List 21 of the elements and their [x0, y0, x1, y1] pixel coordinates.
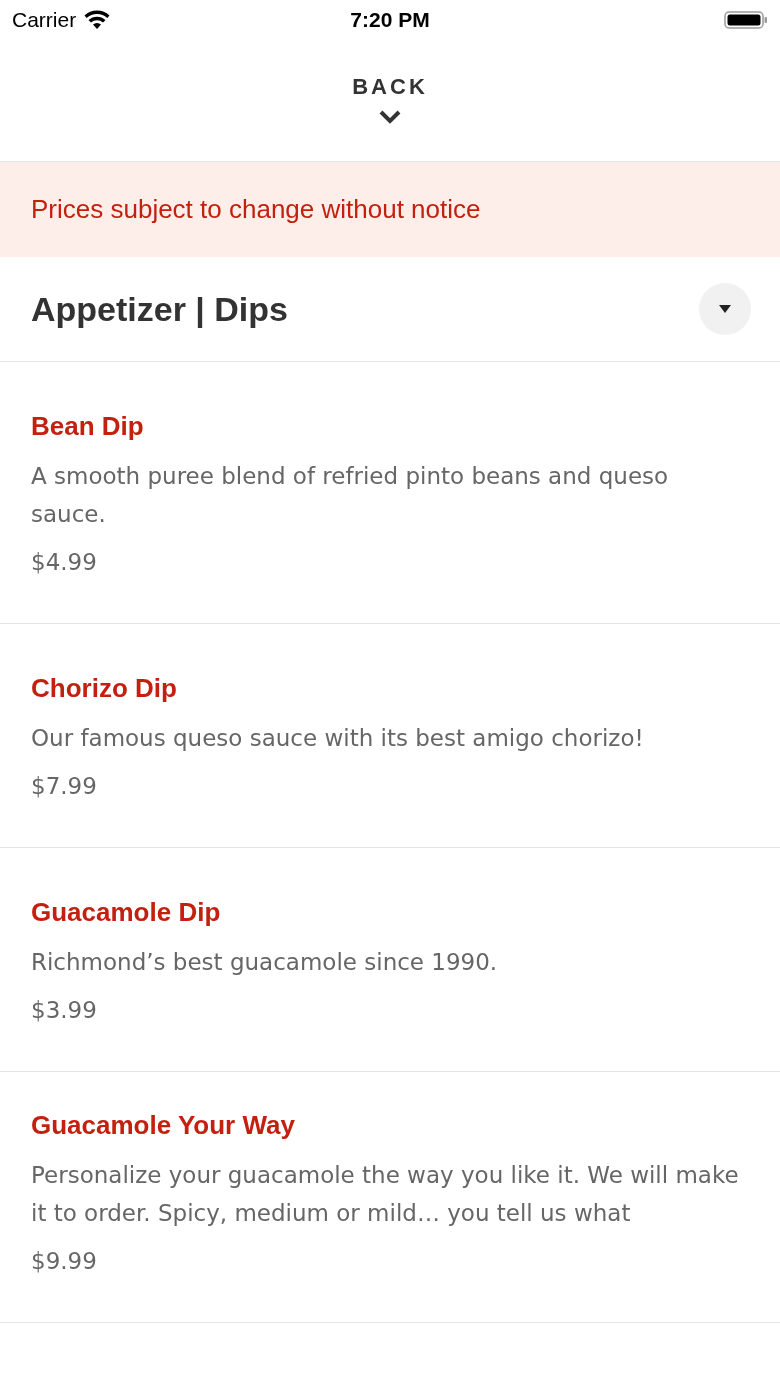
- notice-text: Prices subject to change without notice: [31, 194, 481, 225]
- section-title: Appetizer | Dips: [31, 289, 288, 329]
- item-description: Our famous queso sauce with its best amigo chorizo!: [31, 724, 645, 753]
- item-name[interactable]: Chorizo Dip: [31, 671, 749, 705]
- item-price: $4.99: [31, 548, 98, 577]
- item-description: Richmond’s best guacamole since 1990.: [31, 948, 499, 977]
- item-description: A smooth puree blend of refried pinto beans and queso sauce.: [31, 462, 670, 529]
- expand-toggle[interactable]: [699, 283, 751, 335]
- battery-icon: [724, 10, 768, 30]
- item-price: $9.99: [31, 1247, 98, 1276]
- status-time: 7:20 PM: [350, 8, 430, 32]
- chevron-down-icon: [379, 110, 401, 124]
- carrier-label: Carrier: [12, 8, 77, 32]
- wifi-icon: [84, 10, 111, 30]
- item-price: $7.99: [31, 772, 98, 801]
- back-button[interactable]: BACK: [352, 74, 428, 100]
- item-name[interactable]: Guacamole Your Way: [31, 1108, 749, 1142]
- item-description: Personalize your guacamole the way you like it. We will make it to order. Spicy, medium or mild… you tell us what: [31, 1161, 740, 1228]
- item-price: $3.99: [31, 996, 98, 1025]
- item-name[interactable]: Guacamole Dip: [31, 895, 749, 929]
- item-name[interactable]: Bean Dip: [31, 409, 749, 443]
